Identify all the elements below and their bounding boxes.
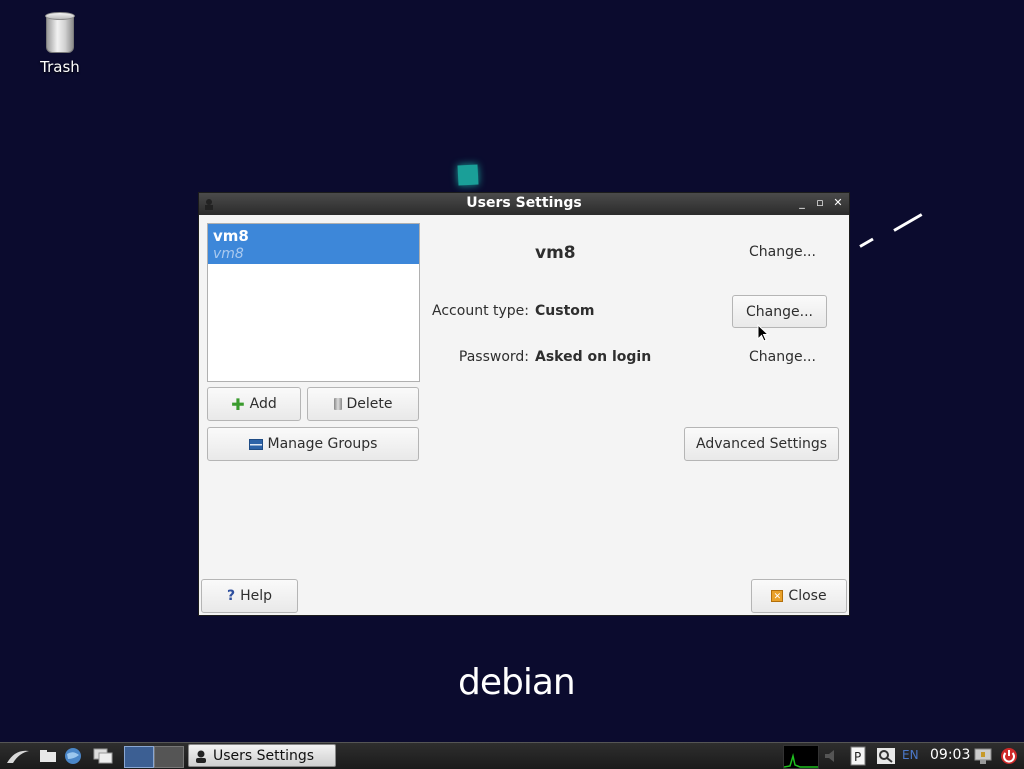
- help-button[interactable]: ? Help: [201, 579, 298, 613]
- wallpaper-line-decoration: [859, 237, 874, 248]
- taskbar-item-users-settings[interactable]: Users Settings: [188, 744, 336, 767]
- file-manager-icon[interactable]: [38, 746, 58, 766]
- start-menu-icon[interactable]: [4, 746, 32, 766]
- taskbar: Users Settings P EN 09:03: [0, 742, 1024, 769]
- workspace-1-button[interactable]: [124, 746, 154, 768]
- minimize-icon[interactable]: _: [795, 196, 809, 210]
- window-title: Users Settings: [466, 195, 582, 211]
- search-icon[interactable]: [875, 746, 897, 766]
- trash-icon: [45, 12, 75, 54]
- help-label: Help: [240, 588, 273, 604]
- wallpaper-line-decoration: [893, 213, 923, 232]
- username-heading: vm8: [535, 243, 576, 263]
- power-icon[interactable]: [998, 746, 1020, 766]
- password-label: Password:: [458, 349, 529, 365]
- lock-screen-icon[interactable]: [972, 746, 994, 766]
- account-type-label: Account type:: [432, 303, 529, 319]
- password-value: Asked on login: [535, 349, 652, 365]
- plus-icon: ✚: [231, 394, 245, 414]
- delete-user-button[interactable]: Delete: [307, 387, 419, 421]
- users-settings-window: Users Settings _ ▫ ✕ vm8 vm8 ✚ Add Delet…: [198, 192, 850, 616]
- user-list-item-name: vm8: [213, 227, 249, 245]
- show-desktop-icon[interactable]: [92, 746, 114, 766]
- change-name-button[interactable]: Change...: [749, 244, 816, 260]
- keyboard-layout-indicator[interactable]: EN: [902, 748, 919, 762]
- manage-groups-label: Manage Groups: [267, 436, 378, 452]
- close-label: Close: [788, 588, 827, 604]
- debian-logo: debian: [458, 662, 576, 703]
- maximize-icon[interactable]: ▫: [813, 196, 827, 210]
- user-list[interactable]: vm8 vm8: [207, 223, 420, 382]
- workspace-2-button[interactable]: [154, 746, 184, 768]
- cpu-monitor-graph[interactable]: [783, 745, 819, 769]
- advanced-settings-label: Advanced Settings: [695, 436, 828, 452]
- taskbar-item-label: Users Settings: [213, 747, 315, 764]
- window-titlebar[interactable]: Users Settings _ ▫ ✕: [199, 193, 849, 215]
- volume-icon[interactable]: [822, 746, 844, 766]
- change-password-button[interactable]: Change...: [749, 349, 816, 365]
- trash-label: Trash: [40, 58, 80, 76]
- clipboard-icon[interactable]: P: [848, 746, 868, 766]
- close-icon: ✕: [771, 590, 784, 602]
- add-user-label: Add: [249, 396, 277, 412]
- delete-user-label: Delete: [346, 396, 393, 412]
- user-list-item[interactable]: vm8 vm8: [208, 224, 419, 264]
- account-type-value: Custom: [535, 303, 595, 319]
- user-list-item-subtitle: vm8: [213, 246, 244, 262]
- svg-text:P: P: [854, 750, 861, 764]
- web-browser-icon[interactable]: [62, 746, 84, 766]
- close-window-icon[interactable]: ✕: [831, 196, 845, 210]
- trash-icon: [333, 398, 342, 410]
- mouse-pointer-icon: [757, 324, 769, 342]
- clock[interactable]: 09:03: [930, 747, 970, 763]
- manage-groups-button[interactable]: Manage Groups: [207, 427, 419, 461]
- close-button[interactable]: ✕ Close: [751, 579, 847, 613]
- add-user-button[interactable]: ✚ Add: [207, 387, 301, 421]
- change-account-type-button[interactable]: Change...: [732, 295, 827, 328]
- wallpaper-square-decoration: [457, 164, 479, 186]
- advanced-settings-button[interactable]: Advanced Settings: [684, 427, 839, 461]
- user-icon: [196, 750, 206, 763]
- help-icon: ?: [226, 588, 236, 604]
- change-account-type-label: Change...: [746, 303, 813, 320]
- groups-icon: [248, 438, 263, 450]
- desktop-icon-trash[interactable]: Trash: [28, 12, 92, 76]
